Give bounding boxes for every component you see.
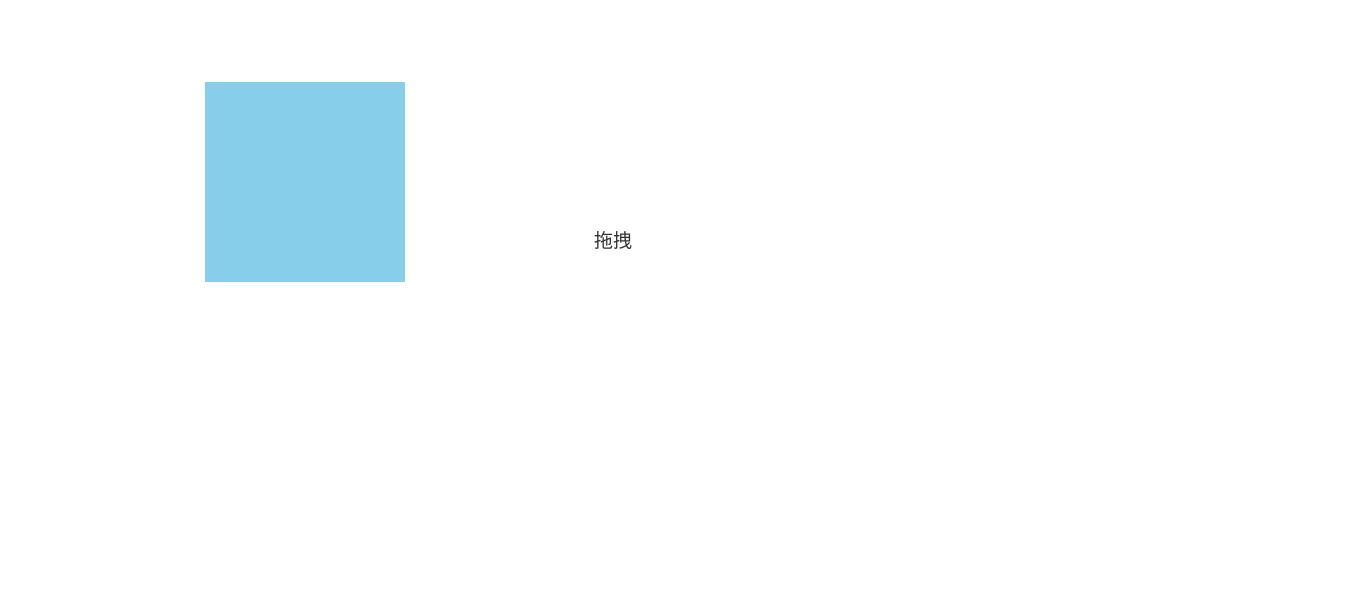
- draggable-box[interactable]: [205, 82, 405, 282]
- drag-label: 拖拽: [594, 230, 633, 252]
